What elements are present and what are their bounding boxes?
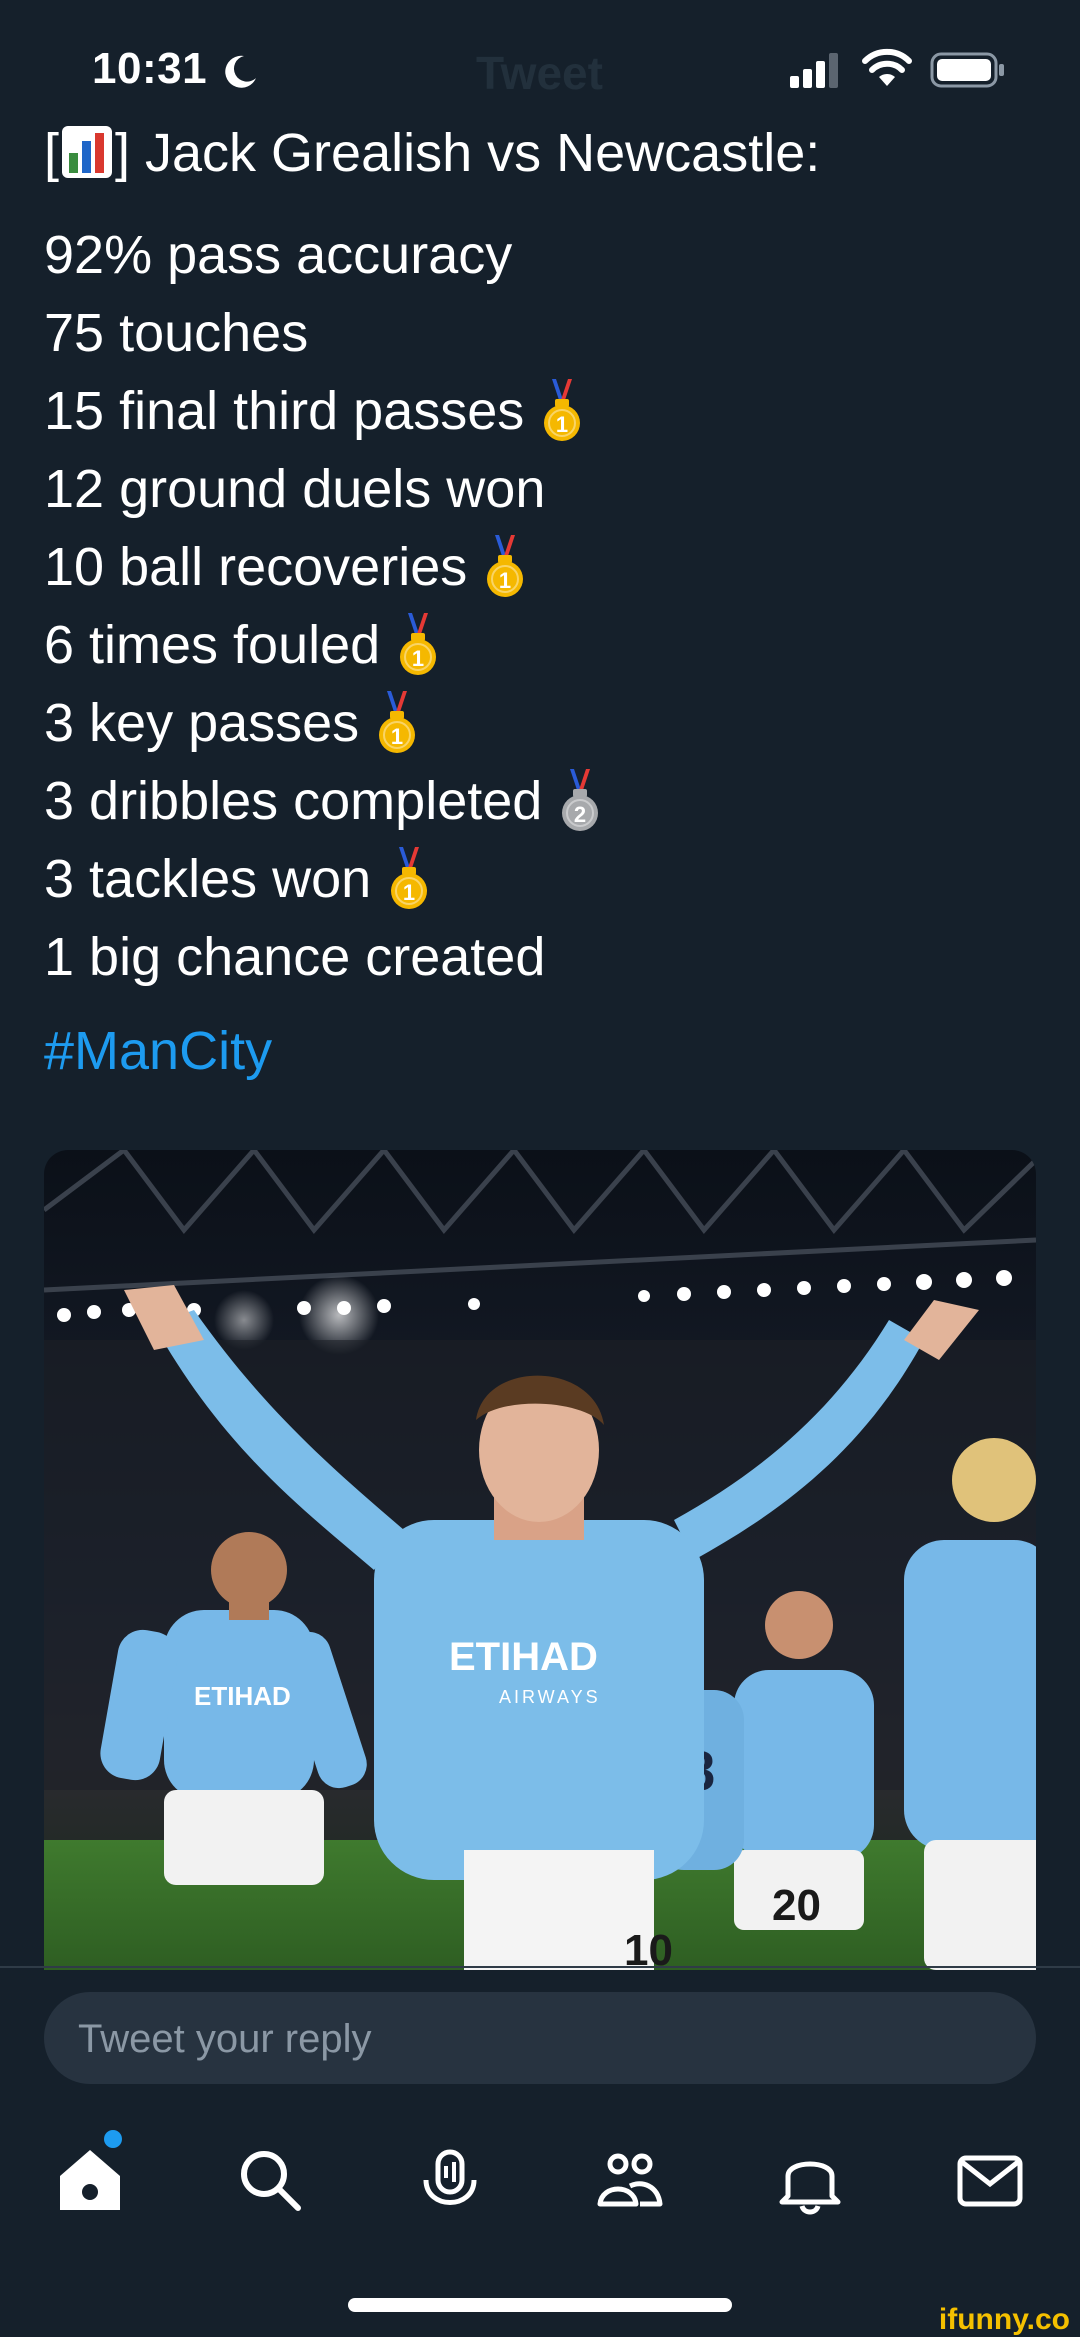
- svg-text:1: 1: [556, 412, 568, 437]
- watermark: ifunny.co: [938, 2303, 1070, 2336]
- stat-line: 75 touches: [44, 294, 1044, 372]
- svg-text:1: 1: [403, 880, 415, 905]
- stat-line: 10 ball recoveries 1: [44, 528, 1044, 606]
- photo-sponsor-sub: AIRWAYS: [499, 1687, 601, 1707]
- svg-text:1: 1: [391, 724, 403, 749]
- home-new-dot: [104, 2130, 122, 2148]
- stat-line: 3 dribbles completed 2: [44, 762, 1044, 840]
- header-title-faded: Tweet: [476, 47, 603, 99]
- stat-text: 10 ball recoveries: [44, 537, 468, 597]
- svg-text:2: 2: [574, 802, 586, 827]
- search-icon: [241, 2151, 301, 2211]
- stat-text: 1 big chance created: [44, 927, 546, 987]
- tab-communities[interactable]: [590, 2140, 670, 2220]
- home-icon: [60, 2150, 120, 2210]
- svg-text:1: 1: [412, 646, 424, 671]
- headline-bracket-open: [: [44, 123, 60, 183]
- tweet-body: [ ] Jack Grealish vs Newcastle: 92% pass…: [44, 118, 1044, 1086]
- photo-number-20: 20: [772, 1881, 821, 1930]
- celebration-photo: ETIHAD 20 8 ETIHA: [44, 1150, 1036, 1970]
- notifications-icon: [779, 2161, 841, 2215]
- moon-icon: [225, 55, 256, 88]
- bar-chart-icon: [62, 126, 113, 178]
- divider: [0, 1966, 1080, 1968]
- gold-medal-icon: 1: [391, 847, 428, 909]
- tweet-photo[interactable]: ETIHAD 20 8 ETIHA: [44, 1150, 1036, 1970]
- stat-line: 6 times fouled 1: [44, 606, 1044, 684]
- stat-line: 3 key passes 1: [44, 684, 1044, 762]
- tab-search[interactable]: [230, 2140, 310, 2220]
- tab-bar: [0, 2120, 1080, 2240]
- stat-line: 1 big chance created: [44, 918, 1044, 996]
- headline-text: ] Jack Grealish vs Newcastle:: [115, 123, 821, 183]
- tab-spaces[interactable]: [410, 2140, 490, 2220]
- stat-text: 3 dribbles completed: [44, 771, 543, 831]
- tab-home[interactable]: [50, 2140, 130, 2220]
- stat-text: 75 touches: [44, 303, 309, 363]
- stat-text: 12 ground duels won: [44, 459, 546, 519]
- gold-medal-icon: 1: [379, 691, 416, 753]
- messages-icon: [957, 2155, 1023, 2207]
- tab-notifications[interactable]: [770, 2140, 850, 2220]
- stat-line: 12 ground duels won: [44, 450, 1044, 528]
- wifi-icon: [862, 48, 912, 86]
- stat-line: 15 final third passes 1: [44, 372, 1044, 450]
- gold-medal-icon: 1: [487, 535, 524, 597]
- spaces-icon: [423, 2149, 477, 2205]
- stats-list: 92% pass accuracy 75 touches 15 final thir…: [44, 216, 1044, 996]
- gold-medal-icon: 1: [544, 379, 581, 441]
- stat-line: 92% pass accuracy: [44, 216, 1044, 294]
- reply-input[interactable]: [76, 1992, 980, 2086]
- gold-medal-icon: 1: [400, 613, 437, 675]
- stat-text: 3 key passes: [44, 693, 360, 753]
- hashtag-link[interactable]: #ManCity: [44, 1016, 272, 1086]
- photo-number-10: 10: [624, 1926, 673, 1970]
- silver-medal-icon: 2: [562, 769, 599, 831]
- tab-messages[interactable]: [950, 2140, 1030, 2220]
- status-time: 10:31: [92, 44, 208, 93]
- tweet-headline: [ ] Jack Grealish vs Newcastle:: [44, 118, 1044, 188]
- photo-sponsor-left: ETIHAD: [194, 1681, 291, 1711]
- signal-icon: [790, 53, 838, 88]
- stat-text: 92% pass accuracy: [44, 225, 513, 285]
- photo-sponsor-centre: ETIHAD: [449, 1635, 598, 1679]
- home-indicator[interactable]: [348, 2298, 732, 2312]
- stat-line: 3 tackles won 1: [44, 840, 1044, 918]
- svg-text:1: 1: [499, 568, 511, 593]
- reply-box[interactable]: [44, 1992, 1036, 2086]
- stat-text: 15 final third passes: [44, 381, 525, 441]
- communities-icon: [597, 2153, 663, 2207]
- stat-text: 6 times fouled: [44, 615, 381, 675]
- stat-text: 3 tackles won: [44, 849, 372, 909]
- battery-icon: [930, 52, 1004, 88]
